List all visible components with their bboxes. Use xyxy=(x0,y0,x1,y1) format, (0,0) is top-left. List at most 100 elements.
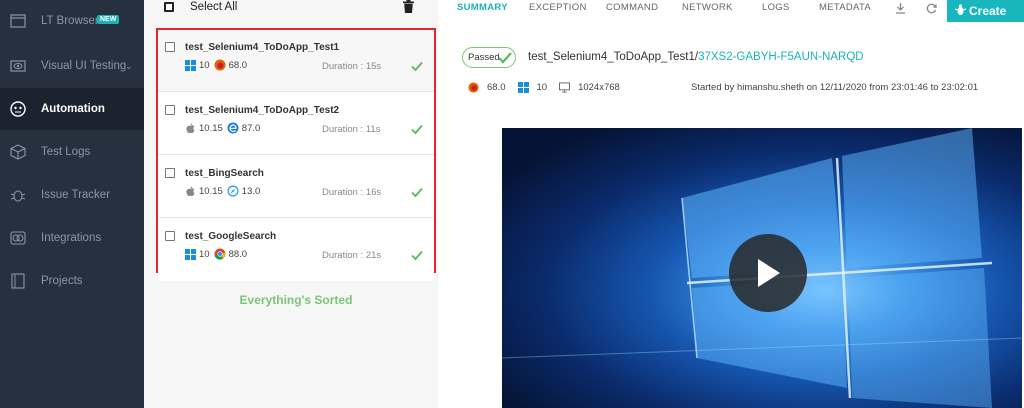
check-icon xyxy=(411,248,423,261)
app-root: LT Browser NEW Visual UI Testing ⌄ Autom… xyxy=(0,0,1024,408)
select-all-checkbox[interactable] xyxy=(164,2,174,12)
started-info: Started by himanshu.sheth on 12/11/2020 … xyxy=(691,82,979,93)
sidebar-item-lt-browser[interactable]: LT Browser NEW xyxy=(0,0,144,42)
test-meta: 10 88.0 xyxy=(185,248,247,260)
sidebar-item-projects[interactable]: Projects xyxy=(0,260,144,302)
test-duration: Duration : 16s xyxy=(322,187,382,198)
safari-icon xyxy=(227,185,239,197)
test-id-link[interactable]: 37XS2-GABYH-F5AUN-NARQD xyxy=(698,51,864,63)
env-browser-version: 68.0 xyxy=(487,81,506,93)
test-name: test_GoogleSearch xyxy=(185,231,277,242)
test-card[interactable]: test_Selenium4_ToDoApp_Test1 10 68.0 Dur… xyxy=(158,30,434,92)
environment-info: 68.0 10 1024x768 xyxy=(468,81,632,93)
empty-state-message: Everything's Sorted xyxy=(239,293,353,307)
tab-command[interactable]: COMMAND xyxy=(606,2,658,13)
integrations-icon xyxy=(9,229,27,247)
cube-icon xyxy=(9,143,27,161)
env-os-version: 10 xyxy=(536,81,548,93)
sidebar-item-integrations[interactable]: Integrations xyxy=(0,217,144,259)
tab-logs[interactable]: LOGS xyxy=(762,2,790,13)
windows-icon xyxy=(517,81,529,93)
create-label: Create xyxy=(969,4,1007,18)
create-issue-button[interactable]: Create xyxy=(947,0,1024,22)
os-version: 10 xyxy=(199,59,210,71)
sidebar-item-label: Test Logs xyxy=(41,146,91,158)
firefox-icon xyxy=(468,81,479,93)
tab-summary[interactable]: SUMMARY xyxy=(457,2,508,13)
sidebar: LT Browser NEW Visual UI Testing ⌄ Autom… xyxy=(0,0,144,408)
refresh-icon[interactable] xyxy=(926,1,937,14)
check-icon xyxy=(498,52,512,64)
detail-test-name: test_Selenium4_ToDoApp_Test1/ xyxy=(528,51,699,63)
sidebar-item-label: LT Browser xyxy=(41,15,99,27)
test-card[interactable]: test_Selenium4_ToDoApp_Test2 10.15 87.0 … xyxy=(158,93,434,155)
sidebar-item-test-logs[interactable]: Test Logs xyxy=(0,131,144,173)
windows-icon xyxy=(185,248,196,260)
eye-icon xyxy=(9,57,27,75)
browser-icon xyxy=(9,12,27,30)
monitor-icon xyxy=(559,81,571,93)
tab-network[interactable]: NETWORK xyxy=(682,2,733,13)
sidebar-item-label: Issue Tracker xyxy=(41,189,111,201)
download-icon[interactable] xyxy=(895,1,906,14)
apple-icon xyxy=(185,122,196,134)
play-icon xyxy=(758,259,780,287)
test-meta: 10.15 13.0 xyxy=(185,185,260,197)
test-meta: 10 68.0 xyxy=(185,59,247,71)
test-checkbox[interactable] xyxy=(165,231,175,241)
edge-icon xyxy=(227,122,239,134)
detail-tabs: SUMMARY EXCEPTION COMMAND NETWORK LOGS M… xyxy=(438,0,948,14)
test-name: test_Selenium4_ToDoApp_Test2 xyxy=(185,105,340,116)
test-title: test_Selenium4_ToDoApp_Test1/37XS2-GABYH… xyxy=(528,51,864,63)
check-icon xyxy=(411,122,423,135)
test-checkbox[interactable] xyxy=(165,168,175,178)
status-badge: Passed xyxy=(462,47,516,68)
sidebar-item-label: Projects xyxy=(41,275,83,287)
bug-plus-icon xyxy=(954,3,967,19)
tab-exception[interactable]: EXCEPTION xyxy=(529,2,587,13)
os-version: 10.15 xyxy=(199,122,223,134)
test-duration: Duration : 11s xyxy=(322,124,381,135)
test-card[interactable]: test_GoogleSearch 10 88.0 Duration : 21s xyxy=(158,219,434,281)
test-name: test_Selenium4_ToDoApp_Test1 xyxy=(185,42,340,53)
apple-icon xyxy=(185,185,196,197)
status-label: Passed xyxy=(468,52,500,63)
chevron-down-icon: ⌄ xyxy=(125,60,133,71)
play-button[interactable] xyxy=(729,234,807,312)
video-player[interactable] xyxy=(502,128,1022,408)
robot-icon xyxy=(9,100,27,118)
os-version: 10.15 xyxy=(199,185,223,197)
sidebar-item-label: Automation xyxy=(41,103,105,115)
windows-icon xyxy=(185,59,196,71)
test-checkbox[interactable] xyxy=(165,105,175,115)
sidebar-item-visual-ui-testing[interactable]: Visual UI Testing ⌄ xyxy=(0,45,144,87)
trash-icon[interactable] xyxy=(403,0,415,14)
browser-version: 68.0 xyxy=(228,59,248,71)
sidebar-item-issue-tracker[interactable]: Issue Tracker xyxy=(0,174,144,216)
test-name: test_BingSearch xyxy=(185,168,264,179)
test-meta: 10.15 87.0 xyxy=(185,122,260,134)
new-badge: NEW xyxy=(97,15,120,24)
sidebar-item-label: Visual UI Testing xyxy=(41,60,127,72)
browser-version: 87.0 xyxy=(241,122,261,134)
chrome-icon xyxy=(214,248,226,260)
sidebar-item-automation[interactable]: Automation xyxy=(0,88,144,130)
os-version: 10 xyxy=(199,248,210,260)
browser-version: 88.0 xyxy=(228,248,248,260)
firefox-icon xyxy=(214,59,226,71)
test-duration: Duration : 21s xyxy=(322,250,382,261)
sidebar-item-label: Integrations xyxy=(41,232,102,244)
check-icon xyxy=(411,59,423,72)
tab-metadata[interactable]: METADATA xyxy=(819,2,871,13)
env-resolution: 1024x768 xyxy=(578,81,620,93)
bug-icon xyxy=(9,186,27,204)
select-all-row: Select All xyxy=(164,0,424,14)
select-all-label: Select All xyxy=(190,1,238,13)
test-duration: Duration : 15s xyxy=(322,61,382,72)
test-checkbox[interactable] xyxy=(165,42,175,52)
check-icon xyxy=(411,185,423,198)
folder-icon xyxy=(9,272,27,290)
test-card[interactable]: test_BingSearch 10.15 13.0 Duration : 16… xyxy=(158,156,434,218)
test-list: test_Selenium4_ToDoApp_Test1 10 68.0 Dur… xyxy=(156,28,436,281)
browser-version: 13.0 xyxy=(241,185,261,197)
